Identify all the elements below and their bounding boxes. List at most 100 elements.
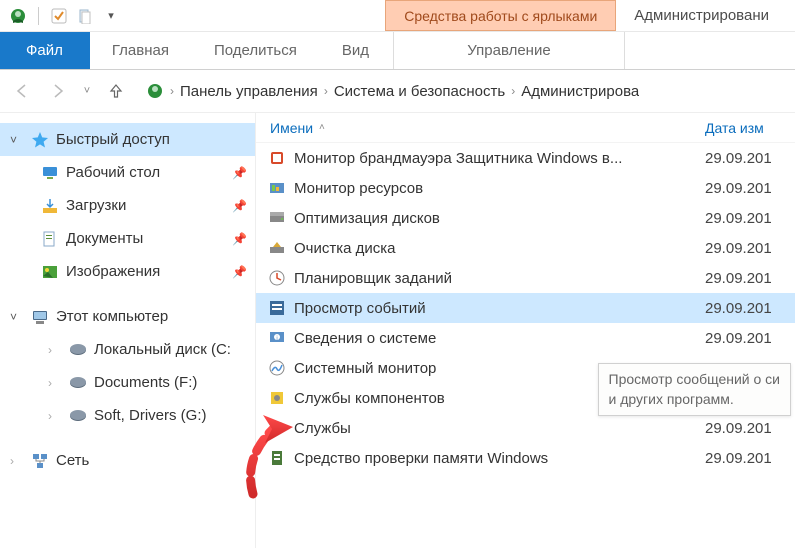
app-icon [8, 6, 28, 26]
tree-documents[interactable]: Документы 📌 [0, 222, 255, 255]
tree-network[interactable]: › Сеть [0, 444, 255, 477]
file-date: 29.09.201 [705, 330, 795, 347]
file-date: 29.09.201 [705, 180, 795, 197]
tooltip-line: Просмотр сообщений о си [609, 370, 780, 390]
sort-arrow-icon: ˄ [319, 122, 325, 133]
tree-label: Рабочий стол [66, 164, 160, 181]
navigation-tree: ˅ Быстрый доступ Рабочий стол 📌 Загрузки… [0, 113, 256, 548]
address-bar[interactable]: › Панель управления › Система и безопасн… [146, 82, 639, 100]
drive-icon [68, 373, 88, 393]
file-name: Службы [294, 420, 705, 437]
chevron-right-icon[interactable]: › [48, 343, 62, 357]
chevron-right-icon[interactable]: › [511, 84, 515, 98]
tree-local-c[interactable]: › Локальный диск (C: [0, 333, 255, 366]
tree-desktop[interactable]: Рабочий стол 📌 [0, 156, 255, 189]
file-name: Планировщик заданий [294, 270, 705, 287]
qat-dropdown-icon[interactable]: ▾ [101, 6, 121, 26]
shortcut-icon [266, 177, 288, 199]
file-row[interactable]: Монитор брандмауэра Защитника Windows в.… [256, 143, 795, 173]
titlebar: ▾ Средства работы с ярлыками Администрир… [0, 0, 795, 32]
pin-icon[interactable]: 📌 [232, 232, 247, 246]
file-date: 29.09.201 [705, 450, 795, 467]
navbar: ˅ › Панель управления › Система и безопа… [0, 70, 795, 112]
column-headers: Имени ˄ Дата изм [256, 113, 795, 143]
file-name: Просмотр событий [294, 300, 705, 317]
tab-share[interactable]: Поделиться [192, 32, 320, 69]
shortcut-icon [266, 387, 288, 409]
shortcut-icon [266, 357, 288, 379]
file-row[interactable]: Просмотр событий29.09.201 [256, 293, 795, 323]
file-row[interactable]: Монитор ресурсов29.09.201 [256, 173, 795, 203]
file-name: Очистка диска [294, 240, 705, 257]
star-icon [30, 130, 50, 150]
nav-forward-button[interactable] [44, 77, 72, 105]
shortcut-icon [266, 237, 288, 259]
file-name: Средство проверки памяти Windows [294, 450, 705, 467]
file-date: 29.09.201 [705, 150, 795, 167]
documents-icon [40, 229, 60, 249]
file-date: 29.09.201 [705, 210, 795, 227]
context-tool-label: Средства работы с ярлыками [385, 0, 616, 31]
shortcut-icon: i [266, 327, 288, 349]
tab-file[interactable]: Файл [0, 32, 90, 69]
shortcut-icon [266, 147, 288, 169]
nav-back-button[interactable] [8, 77, 36, 105]
chevron-right-icon[interactable]: › [170, 84, 174, 98]
file-name: Монитор брандмауэра Защитника Windows в.… [294, 150, 705, 167]
tree-label: Документы [66, 230, 143, 247]
shortcut-icon [266, 207, 288, 229]
file-row[interactable]: Очистка диска29.09.201 [256, 233, 795, 263]
file-row[interactable]: Планировщик заданий29.09.201 [256, 263, 795, 293]
tree-label: Soft, Drivers (G:) [94, 407, 207, 424]
tree-quick-access[interactable]: ˅ Быстрый доступ [0, 123, 255, 156]
nav-recent-dropdown[interactable]: ˅ [80, 77, 94, 105]
pictures-icon [40, 262, 60, 282]
pin-icon[interactable]: 📌 [232, 166, 247, 180]
file-name: Сведения о системе [294, 330, 705, 347]
tree-label: Documents (F:) [94, 374, 197, 391]
breadcrumb-item[interactable]: Администрирова [521, 83, 639, 100]
column-date[interactable]: Дата изм [705, 120, 795, 136]
tree-this-pc[interactable]: ˅ Этот компьютер [0, 300, 255, 333]
tree-soft-g[interactable]: › Soft, Drivers (G:) [0, 399, 255, 432]
breadcrumb-item[interactable]: Панель управления [180, 83, 318, 100]
chevron-right-icon[interactable]: › [48, 409, 62, 423]
tab-home[interactable]: Главная [90, 32, 192, 69]
breadcrumb-item[interactable]: Система и безопасность [334, 83, 505, 100]
pin-icon[interactable]: 📌 [232, 265, 247, 279]
ribbon-tabs: Файл Главная Поделиться Вид Управление [0, 32, 795, 70]
drive-icon [68, 406, 88, 426]
drive-icon [68, 340, 88, 360]
tree-label: Этот компьютер [56, 308, 168, 325]
column-name[interactable]: Имени ˄ [256, 120, 705, 136]
shortcut-icon [266, 267, 288, 289]
file-row[interactable]: Службы29.09.201 [256, 413, 795, 443]
file-row[interactable]: i Сведения о системе29.09.201 [256, 323, 795, 353]
file-list-pane: Имени ˄ Дата изм Монитор брандмауэра Защ… [256, 113, 795, 548]
properties-icon[interactable] [49, 6, 69, 26]
tree-downloads[interactable]: Загрузки 📌 [0, 189, 255, 222]
tab-manage[interactable]: Управление [393, 32, 625, 69]
new-folder-icon[interactable] [75, 6, 95, 26]
computer-icon [30, 307, 50, 327]
file-date: 29.09.201 [705, 420, 795, 437]
chevron-down-icon[interactable]: ˅ [10, 133, 24, 147]
nav-up-button[interactable] [102, 77, 130, 105]
location-icon [146, 82, 164, 100]
tooltip-line: и других программ. [609, 390, 780, 410]
tab-view[interactable]: Вид [320, 32, 392, 69]
file-row[interactable]: Средство проверки памяти Windows29.09.20… [256, 443, 795, 473]
tree-label: Сеть [56, 452, 89, 469]
network-icon [30, 451, 50, 471]
tree-label: Загрузки [66, 197, 126, 214]
file-date: 29.09.201 [705, 300, 795, 317]
pin-icon[interactable]: 📌 [232, 199, 247, 213]
quick-access-toolbar: ▾ [8, 6, 121, 26]
chevron-right-icon[interactable]: › [48, 376, 62, 390]
tree-pictures[interactable]: Изображения 📌 [0, 255, 255, 288]
tree-documents-f[interactable]: › Documents (F:) [0, 366, 255, 399]
chevron-right-icon[interactable]: › [10, 454, 24, 468]
file-row[interactable]: Оптимизация дисков29.09.201 [256, 203, 795, 233]
chevron-down-icon[interactable]: ˅ [10, 310, 24, 324]
chevron-right-icon[interactable]: › [324, 84, 328, 98]
